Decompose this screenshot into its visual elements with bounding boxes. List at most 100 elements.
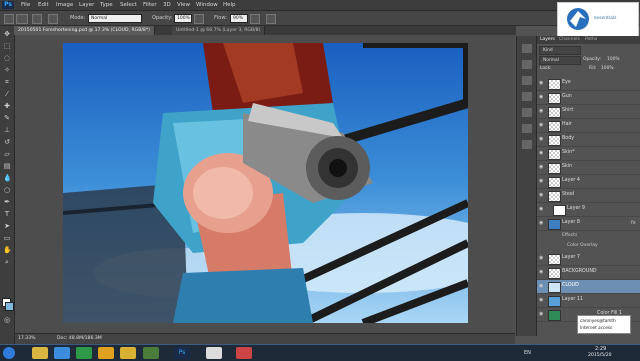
layer-filter-select[interactable]: Kind [539,46,581,55]
zoom-tool-icon[interactable]: ⌕ [3,258,11,266]
brush-tool-icon[interactable]: ✎ [3,114,11,122]
visibility-eye-icon[interactable]: ◉ [539,136,545,142]
clone-source-icon[interactable] [48,14,58,24]
visibility-eye-icon[interactable]: ◉ [539,255,545,261]
visibility-eye-icon[interactable]: ◉ [539,178,545,184]
tab-foreshortening[interactable]: 20150501 Foreshortening.psd @ 17.3% (CLO… [14,26,155,35]
gradient-tool-icon[interactable]: ▤ [3,162,11,170]
app-icon[interactable] [143,347,159,359]
menu-3d[interactable]: 3D [163,2,171,8]
layer-background[interactable]: ◉ BACKGROUND [537,266,640,280]
pressure-size-icon[interactable] [266,14,276,24]
red-app-icon[interactable] [236,347,252,359]
clone-source-panel-icon[interactable] [522,92,532,101]
color-overlay-effect-row[interactable]: Color Overlay [537,241,640,251]
menu-view[interactable]: View [177,2,190,8]
menu-file[interactable]: File [21,2,30,8]
healing-tool-icon[interactable]: ✚ [3,102,11,110]
layer-opacity-value[interactable]: 100% [607,57,620,62]
brush-panel-icon-strip[interactable] [522,76,532,85]
character-panel-icon[interactable] [522,108,532,117]
opacity-input[interactable]: 100% [174,14,192,23]
visibility-eye-icon[interactable]: ◉ [539,164,545,170]
tool-presets-panel-icon[interactable] [522,140,532,149]
fx-icon[interactable]: fx [631,220,636,226]
marquee-tool-icon[interactable]: ⬚ [3,42,11,50]
type-tool-icon[interactable]: T [3,210,11,218]
layer-layer-11[interactable]: ◉ Layer 11 [537,294,640,308]
layer-effects-row[interactable]: Effects [537,231,640,241]
layer-shirt[interactable]: ◉ Shirt [537,105,640,119]
menu-edit[interactable]: Edit [38,2,49,8]
menu-layer[interactable]: Layer [79,2,94,8]
layer-eye[interactable]: ◉ Eye [537,77,640,91]
visibility-eye-icon[interactable]: ◉ [539,94,545,100]
ie-icon[interactable] [54,347,70,359]
magic-wand-tool-icon[interactable]: ✧ [3,66,11,74]
visibility-eye-icon[interactable]: ◉ [539,108,545,114]
visibility-eye-icon[interactable]: ◉ [539,122,545,128]
eraser-tool-icon[interactable]: ▱ [3,150,11,158]
layer-gun[interactable]: ◉ Gun [537,91,640,105]
layer-layer-7[interactable]: ◉ Layer 7 [537,252,640,266]
menu-filter[interactable]: Filter [143,2,157,8]
visibility-eye-icon[interactable]: ◉ [539,192,545,198]
artwork-canvas[interactable] [63,43,468,323]
background-color-swatch[interactable] [5,302,14,311]
layer-cloud[interactable]: ◉ CLOUD [537,280,640,294]
pen-tool-icon[interactable]: ✒ [3,198,11,206]
layer-body[interactable]: ◉ Body [537,133,640,147]
menu-image[interactable]: Image [56,2,73,8]
quick-mask-icon[interactable]: ◎ [3,316,11,324]
tab-layers[interactable]: Layers [540,37,555,42]
brush-size-icon[interactable] [16,14,28,24]
fill-value[interactable]: 100% [601,66,614,71]
airbrush-icon[interactable] [250,14,260,24]
blur-tool-icon[interactable]: 💧 [3,174,12,182]
start-button-icon[interactable] [3,347,15,359]
visibility-eye-icon[interactable]: ◉ [539,297,545,303]
brush-panel-icon[interactable] [32,14,42,24]
pressure-opacity-icon[interactable] [194,14,204,24]
file-explorer-icon[interactable] [32,347,48,359]
visibility-eye-icon[interactable]: ◉ [539,80,545,86]
path-selection-tool-icon[interactable]: ➤ [3,222,11,230]
layer-skin[interactable]: ◉ Skin [537,161,640,175]
lasso-tool-icon[interactable]: ◌ [3,54,11,62]
menu-help[interactable]: Help [223,2,236,8]
flow-input[interactable]: 90% [230,14,248,23]
visibility-eye-icon[interactable]: ◉ [539,150,545,156]
visibility-eye-icon[interactable]: ◉ [539,283,545,289]
layer-layer-9[interactable]: ◉ Layer 9 [537,203,640,217]
history-panel-icon[interactable] [522,44,532,53]
clock-date[interactable]: 2015/5/20 [588,353,612,358]
chrome-icon[interactable] [98,347,114,359]
menu-window[interactable]: Window [196,2,218,8]
clock-time[interactable]: 2:29 [595,346,606,352]
brush-preset-icon[interactable] [4,14,14,24]
menu-select[interactable]: Select [120,2,137,8]
move-tool-icon[interactable]: ✥ [3,30,11,38]
photoshop-task-icon[interactable]: Ps [174,347,190,359]
clone-stamp-tool-icon[interactable]: ⊥ [3,126,11,134]
visibility-eye-icon[interactable]: ◉ [539,220,545,226]
layer-layer-8[interactable]: ◉ Layer 8 fx [537,217,640,231]
actions-panel-icon[interactable] [522,60,532,69]
paragraph-panel-icon[interactable] [522,124,532,133]
tab-channels[interactable]: Channels [559,37,580,42]
tab-paths[interactable]: Paths [585,37,597,42]
visibility-eye-icon[interactable]: ◉ [539,269,545,275]
hand-tool-icon[interactable]: ✋ [3,246,12,254]
layer-hair[interactable]: ◉ Hair [537,119,640,133]
layer-layer-4[interactable]: ◉ Layer 4 [537,175,640,189]
layer-steel[interactable]: ◉ Steel [537,189,640,203]
layer-skin-star[interactable]: ◉ Skin* [537,147,640,161]
visibility-eye-icon[interactable]: ◉ [539,311,545,317]
visibility-eye-icon[interactable]: ◉ [539,206,545,212]
menu-type[interactable]: Type [100,2,113,8]
mode-select[interactable]: Normal [88,14,142,23]
language-indicator[interactable]: EN [524,350,531,356]
folder-icon[interactable] [120,347,136,359]
tab-untitled-1[interactable]: Untitled-1 @ 66.7% (Layer 3, RGB/8) [172,26,266,35]
zoom-level[interactable]: 17.33% [18,336,36,341]
